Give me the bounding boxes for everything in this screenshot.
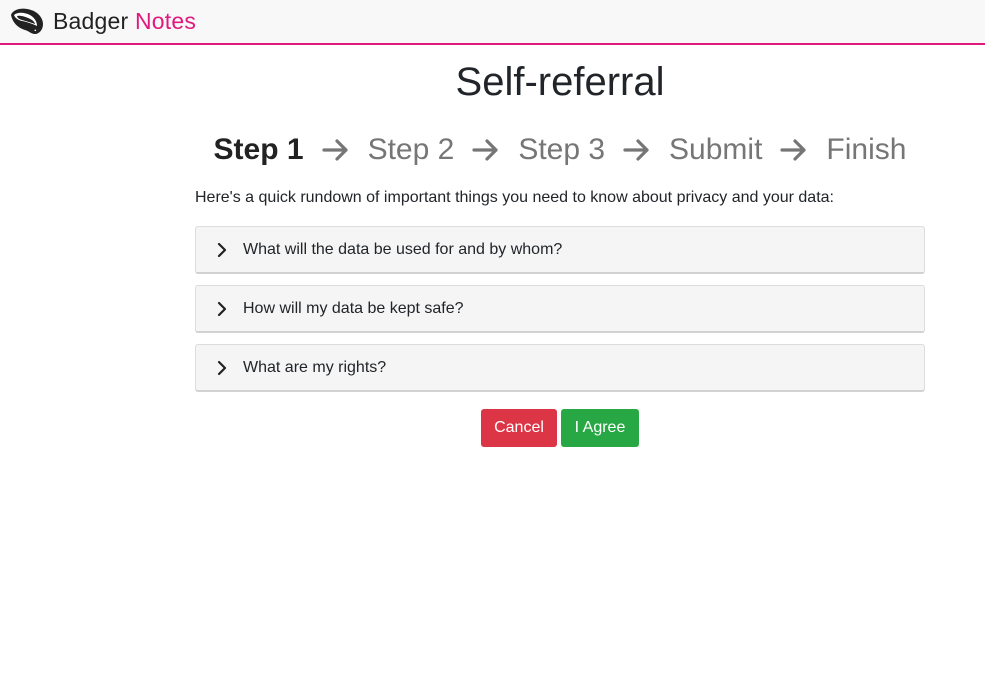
arrow-right-icon (780, 130, 810, 170)
chevron-right-icon (217, 242, 229, 258)
chevron-right-icon (217, 301, 229, 317)
brand-name-part2: Notes (134, 7, 197, 34)
step-3: Step 3 (518, 133, 606, 166)
accordion-item-label: What will the data be used for and by wh… (243, 240, 563, 258)
badger-head-icon (11, 8, 43, 34)
action-buttons: Cancel I Agree (481, 409, 639, 447)
page-title: Self-referral (455, 60, 665, 104)
step-1: Step 1 (213, 133, 304, 166)
arrow-right-icon (321, 130, 352, 170)
step-progress: Step 1 Step 2 Step 3 Submit Finish (195, 130, 925, 170)
privacy-intro-text: Here's a quick rundown of important thin… (195, 189, 834, 206)
agree-button[interactable]: I Agree (561, 409, 639, 447)
chevron-right-icon (217, 360, 229, 376)
brand-name-part1: Badger (53, 7, 129, 34)
privacy-accordion: What will the data be used for and by wh… (195, 226, 925, 403)
cancel-button[interactable]: Cancel (481, 409, 557, 447)
arrow-right-icon (472, 130, 502, 170)
brand-name: Badger Notes (53, 8, 196, 35)
step-finish: Finish (826, 133, 907, 166)
accordion-item-data-usage[interactable]: What will the data be used for and by wh… (195, 226, 925, 274)
accordion-item-data-safety[interactable]: How will my data be kept safe? (195, 285, 925, 333)
step-2: Step 2 (367, 133, 455, 166)
brand-link[interactable]: Badger Notes (9, 3, 196, 39)
step-submit: Submit (669, 133, 763, 166)
accordion-item-label: What are my rights? (243, 358, 387, 376)
top-navbar: Badger Notes (0, 0, 985, 45)
accordion-item-label: How will my data be kept safe? (243, 299, 464, 317)
accordion-item-my-rights[interactable]: What are my rights? (195, 344, 925, 392)
arrow-right-icon (623, 130, 653, 170)
